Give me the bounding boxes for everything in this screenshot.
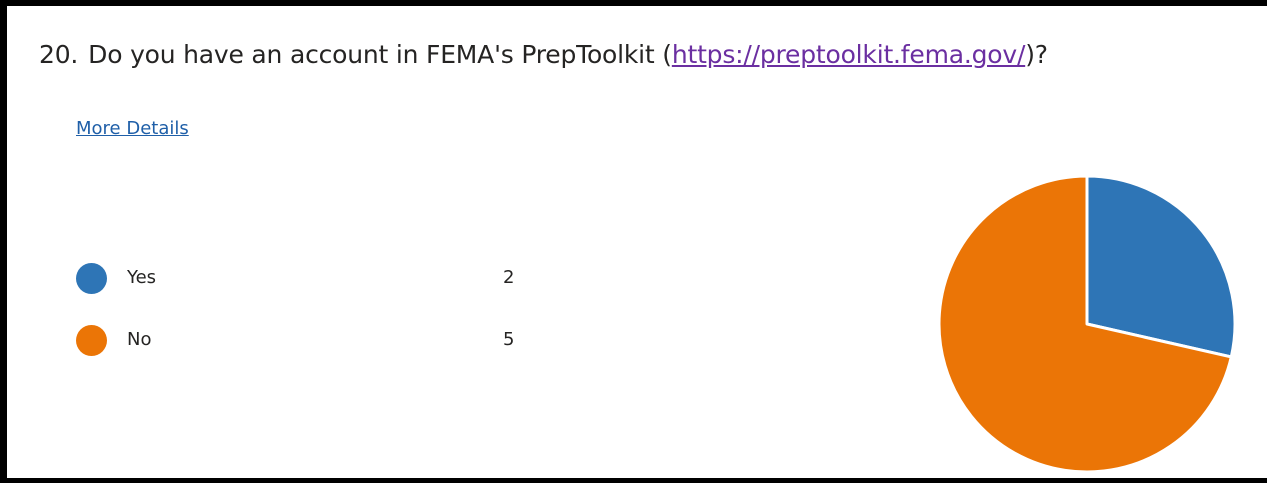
- question-card: 20. Do you have an account in FEMA's Prep…: [0, 0, 1267, 483]
- more-details-link[interactable]: More Details: [76, 118, 189, 139]
- legend-label: No: [127, 329, 152, 350]
- legend-item-yes: Yes 2: [76, 263, 546, 297]
- legend-count: 2: [503, 267, 515, 288]
- question-title: 20. Do you have an account in FEMA's Prep…: [39, 40, 1048, 69]
- legend-dot-icon: [76, 325, 107, 356]
- legend-dot-icon: [76, 263, 107, 294]
- question-number: 20.: [39, 40, 79, 69]
- question-text: Do you have an account in FEMA's PrepToo…: [88, 40, 672, 69]
- pie-chart: [937, 174, 1237, 474]
- legend-label: Yes: [127, 267, 157, 288]
- preptoolkit-link[interactable]: https://preptoolkit.fema.gov/: [672, 40, 1026, 69]
- legend-count: 5: [503, 329, 515, 350]
- question-text-end: )?: [1025, 40, 1048, 69]
- legend-item-no: No 5: [76, 325, 546, 359]
